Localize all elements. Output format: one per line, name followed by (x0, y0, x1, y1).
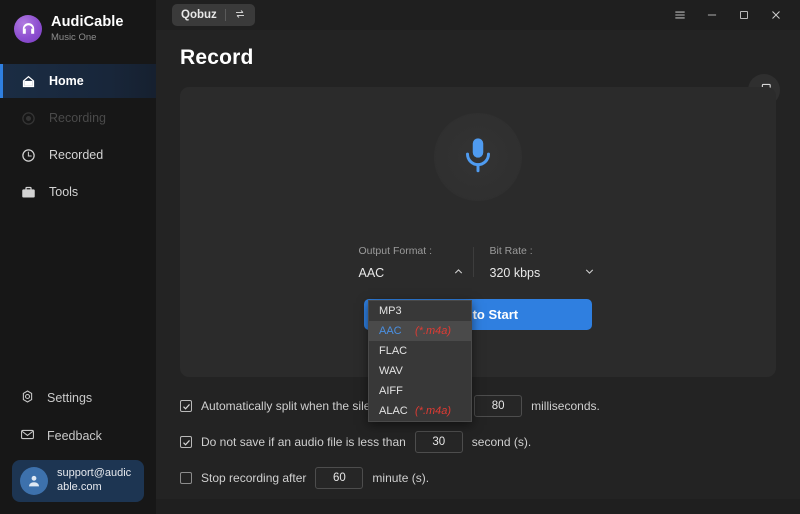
chip-divider (224, 9, 226, 21)
dropdown-option-name: AIFF (379, 385, 403, 397)
output-format-group: Output Format : AAC (357, 245, 469, 281)
source-label: Qobuz (181, 9, 217, 21)
mic-circle (434, 113, 522, 201)
close-icon[interactable] (762, 2, 790, 28)
option-text-after: milliseconds. (531, 399, 600, 413)
output-format-label: Output Format : (358, 245, 433, 257)
output-format-dropdown[interactable]: MP3 AAC (*.m4a) FLAC WAV AIFF ALAC (*.m4… (368, 300, 472, 422)
option-text-after: second (s). (471, 435, 532, 449)
dropdown-option-mp3[interactable]: MP3 (369, 301, 471, 321)
account-email: support@audicable.com (57, 467, 132, 493)
source-selector[interactable]: Qobuz (172, 4, 255, 26)
option-text-before: Do not save if an audio file is less tha… (201, 435, 406, 449)
bit-rate-select[interactable]: 320 kbps (490, 265, 600, 281)
maximize-icon[interactable] (730, 2, 758, 28)
dropdown-option-aiff[interactable]: AIFF (369, 381, 471, 401)
sidebar-item-label: Tools (49, 185, 79, 199)
dropdown-option-name: ALAC (379, 405, 408, 417)
input-silence-ms[interactable]: 80 (474, 395, 523, 417)
sidebar-item-settings[interactable]: Settings (0, 382, 156, 414)
headphones-circle-icon (14, 15, 42, 43)
sidebar-item-label: Recording (49, 111, 106, 125)
record-dot-icon (20, 110, 37, 127)
dropdown-option-flac[interactable]: FLAC (369, 341, 471, 361)
sidebar-item-label: Settings (47, 391, 93, 405)
dropdown-option-name: FLAC (379, 345, 408, 357)
user-avatar-icon (20, 467, 48, 495)
dropdown-option-ext: (*.m4a) (415, 405, 452, 417)
mic-visual (180, 113, 776, 201)
dropdown-option-aac[interactable]: AAC (*.m4a) (369, 321, 471, 341)
sidebar-item-label: Feedback (47, 429, 102, 443)
output-format-select[interactable]: AAC (359, 265, 469, 281)
output-format-value: AAC (358, 266, 385, 280)
brand-subtitle: Music One (51, 31, 97, 43)
option-text-before: Stop recording after (201, 471, 307, 485)
brand-header: AudiCable Music One (0, 0, 156, 58)
control-divider (472, 247, 474, 277)
dropdown-option-alac[interactable]: ALAC (*.m4a) (369, 401, 471, 421)
content-area: Record Output Format: AAC Bit Rate: 32… (156, 30, 800, 499)
status-bar (156, 499, 800, 514)
sidebar-item-recorded[interactable]: Recorded (0, 138, 156, 172)
dropdown-option-name: AAC (379, 325, 402, 337)
sidebar-nav: Home Recording Recorded Tools (0, 64, 156, 212)
toolbox-icon (20, 184, 37, 201)
sidebar-item-home[interactable]: Home (0, 64, 156, 98)
option-row-min-length: Do not save if an audio file is less tha… (180, 427, 776, 457)
format-controls: Output Format : AAC Bit Rate : 320 kbps (180, 245, 776, 281)
record-card: Output Format : AAC Bit Rate : 320 kbps … (180, 87, 776, 377)
home-icon (20, 73, 37, 90)
window-controls (666, 2, 790, 28)
dropdown-option-name: WAV (379, 365, 403, 377)
input-stop-minutes[interactable]: 60 (315, 467, 364, 489)
sidebar-item-label: Recorded (49, 148, 104, 162)
option-row-auto-split: Automatically split when the silence is … (180, 391, 776, 421)
input-min-seconds[interactable]: 30 (414, 431, 463, 453)
options-list: Automatically split when the silence is … (180, 377, 776, 493)
checkbox-min-length[interactable] (180, 436, 192, 448)
envelope-icon (20, 427, 35, 445)
sidebar-item-feedback[interactable]: Feedback (0, 420, 156, 452)
page-title: Record (180, 46, 254, 69)
bit-rate-value: 320 kbps (489, 266, 541, 280)
sidebar-bottom: Settings Feedback support@audicable.com (0, 382, 156, 514)
title-bar: Qobuz (156, 0, 800, 30)
sidebar-item-tools[interactable]: Tools (0, 175, 156, 209)
bit-rate-label: Bit Rate : (489, 245, 533, 257)
application-window: AudiCable Music One Home Recording Recor… (0, 0, 800, 514)
clock-icon (20, 147, 37, 164)
swap-arrows-icon[interactable] (234, 8, 246, 23)
option-row-stop-after: Stop recording after 60 minute (s). (180, 463, 776, 493)
chevron-down-icon[interactable] (583, 265, 596, 281)
checkbox-auto-split[interactable] (180, 400, 192, 412)
bit-rate-group: Bit Rate : 320 kbps (488, 245, 600, 281)
account-button[interactable]: support@audicable.com (12, 460, 144, 502)
gear-icon (20, 389, 35, 407)
sidebar: AudiCable Music One Home Recording Recor… (0, 0, 156, 514)
dropdown-option-wav[interactable]: WAV (369, 361, 471, 381)
checkbox-stop-after[interactable] (180, 472, 192, 484)
brand-name: AudiCable (51, 13, 124, 30)
chevron-up-icon[interactable] (452, 265, 465, 281)
sidebar-item-recording[interactable]: Recording (0, 101, 156, 135)
dropdown-option-name: MP3 (379, 305, 402, 317)
sidebar-item-label: Home (49, 74, 84, 88)
main-area: Qobuz Record Output Format: AAC Bit Rat… (156, 0, 800, 514)
option-text-after: minute (s). (372, 471, 430, 485)
minimize-icon[interactable] (698, 2, 726, 28)
microphone-icon[interactable] (457, 134, 499, 181)
dropdown-option-ext: (*.m4a) (415, 325, 452, 337)
hamburger-menu-icon[interactable] (666, 2, 694, 28)
